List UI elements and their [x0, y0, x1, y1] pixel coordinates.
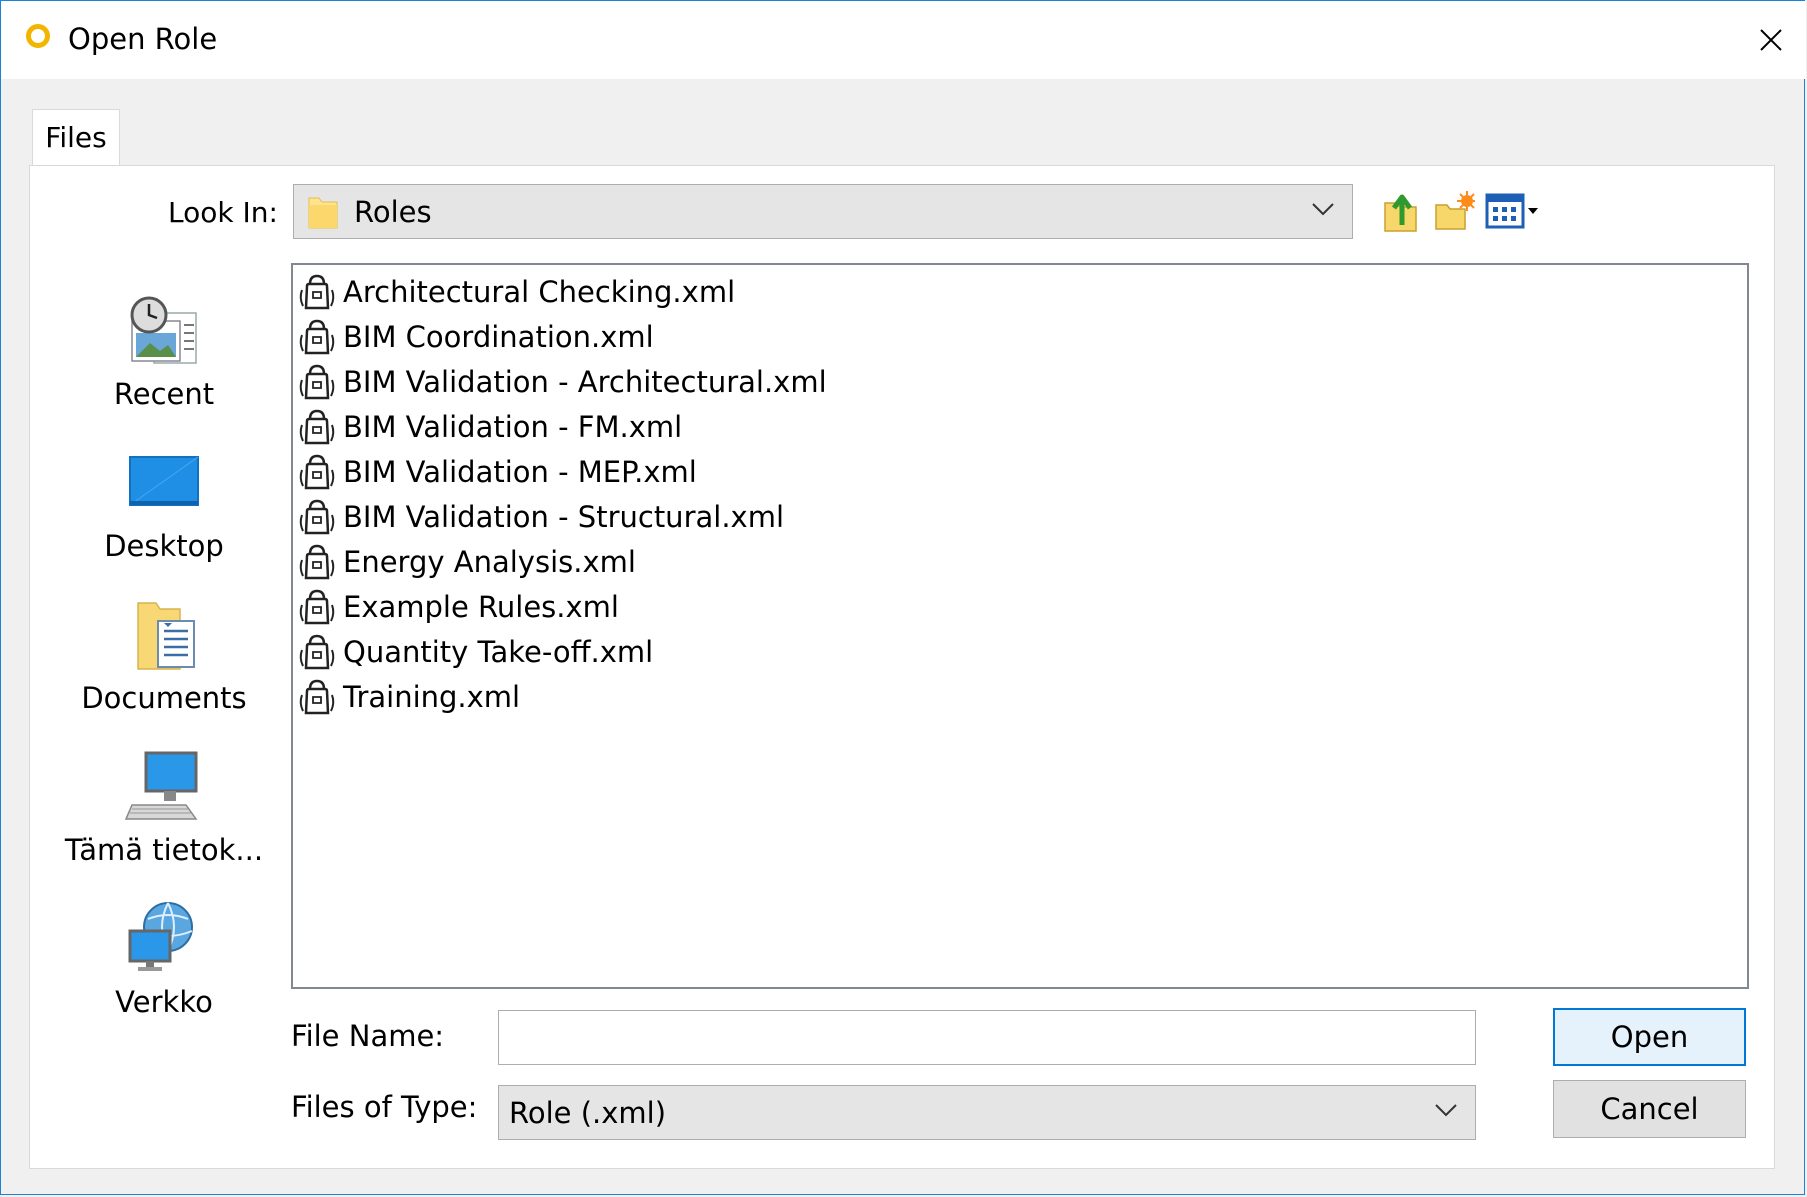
file-name-text: BIM Coordination.xml: [343, 319, 654, 354]
chevron-down-icon: [1435, 1104, 1457, 1117]
close-button[interactable]: [1736, 1, 1806, 79]
role-file-icon: [297, 677, 337, 717]
open-role-dialog: Open Role Files Look In: Roles Recent De…: [0, 0, 1806, 1195]
role-file-icon: [297, 452, 337, 492]
files-of-type-combobox[interactable]: Role (.xml): [498, 1085, 1476, 1140]
tab-files[interactable]: Files: [32, 109, 120, 167]
role-file-icon: [297, 632, 337, 672]
look-in-value: Roles: [354, 195, 432, 229]
title-bar: Open Role: [1, 1, 1806, 79]
file-list-item[interactable]: BIM Validation - MEP.xml: [293, 449, 697, 494]
look-in-label: Look In:: [168, 196, 278, 229]
file-list-item[interactable]: Energy Analysis.xml: [293, 539, 636, 584]
computer-icon: [124, 751, 198, 820]
documents-icon: [137, 602, 195, 670]
file-name-text: BIM Validation - Architectural.xml: [343, 364, 827, 399]
file-name-text: BIM Validation - FM.xml: [343, 409, 683, 444]
place-network[interactable]: Verkko: [59, 889, 269, 1049]
look-in-combobox[interactable]: Roles: [293, 184, 1353, 239]
role-file-icon: [297, 497, 337, 537]
file-name-text: Quantity Take-off.xml: [343, 634, 654, 669]
window-title: Open Role: [68, 22, 218, 56]
file-list-item[interactable]: BIM Validation - Structural.xml: [293, 494, 784, 539]
file-name-text: Architectural Checking.xml: [343, 274, 736, 309]
file-list-item[interactable]: BIM Validation - FM.xml: [293, 404, 682, 449]
recent-icon: [130, 296, 197, 364]
file-name-input[interactable]: [498, 1010, 1476, 1065]
role-file-icon: [297, 317, 337, 357]
file-name-label: File Name:: [291, 1019, 445, 1053]
role-file-icon: [297, 362, 337, 402]
files-of-type-value: Role (.xml): [509, 1096, 667, 1130]
file-list-item[interactable]: Architectural Checking.xml: [293, 269, 735, 314]
place-network-label: Verkko: [115, 985, 213, 1019]
place-desktop-label: Desktop: [104, 529, 224, 563]
chevron-down-icon: [1312, 203, 1334, 216]
file-name-text: Energy Analysis.xml: [343, 544, 636, 579]
place-this-pc-label: Tämä tietok...: [64, 833, 264, 867]
place-desktop[interactable]: Desktop: [59, 433, 269, 593]
place-this-pc[interactable]: Tämä tietok...: [59, 737, 269, 897]
app-logo-icon: [26, 24, 50, 48]
open-button[interactable]: Open: [1553, 1008, 1746, 1066]
network-icon: [128, 902, 193, 971]
up-one-level-icon[interactable]: [1382, 189, 1422, 233]
close-icon: [1760, 29, 1782, 51]
file-list-item[interactable]: Example Rules.xml: [293, 584, 619, 629]
files-of-type-label: Files of Type:: [291, 1090, 478, 1124]
file-list-item[interactable]: BIM Coordination.xml: [293, 314, 654, 359]
desktop-icon: [129, 456, 199, 506]
role-file-icon: [297, 407, 337, 447]
file-list[interactable]: Architectural Checking.xml BIM Coordinati…: [291, 263, 1749, 989]
file-list-item[interactable]: Training.xml: [293, 674, 520, 719]
place-recent[interactable]: Recent: [59, 281, 269, 441]
file-name-text: BIM Validation - MEP.xml: [343, 454, 697, 489]
file-list-item[interactable]: Quantity Take-off.xml: [293, 629, 653, 674]
place-documents[interactable]: Documents: [59, 585, 269, 745]
folder-icon: [308, 197, 338, 229]
role-file-icon: [297, 542, 337, 582]
role-file-icon: [297, 272, 337, 312]
place-documents-label: Documents: [81, 681, 247, 715]
file-name-text: Example Rules.xml: [343, 589, 619, 624]
role-file-icon: [297, 587, 337, 627]
file-name-text: BIM Validation - Structural.xml: [343, 499, 785, 534]
cancel-button[interactable]: Cancel: [1553, 1080, 1746, 1138]
view-menu-icon[interactable]: [1485, 189, 1545, 233]
file-name-text: Training.xml: [343, 679, 521, 714]
file-list-item[interactable]: BIM Validation - Architectural.xml: [293, 359, 827, 404]
place-recent-label: Recent: [113, 377, 215, 411]
create-new-folder-icon[interactable]: [1433, 189, 1475, 233]
